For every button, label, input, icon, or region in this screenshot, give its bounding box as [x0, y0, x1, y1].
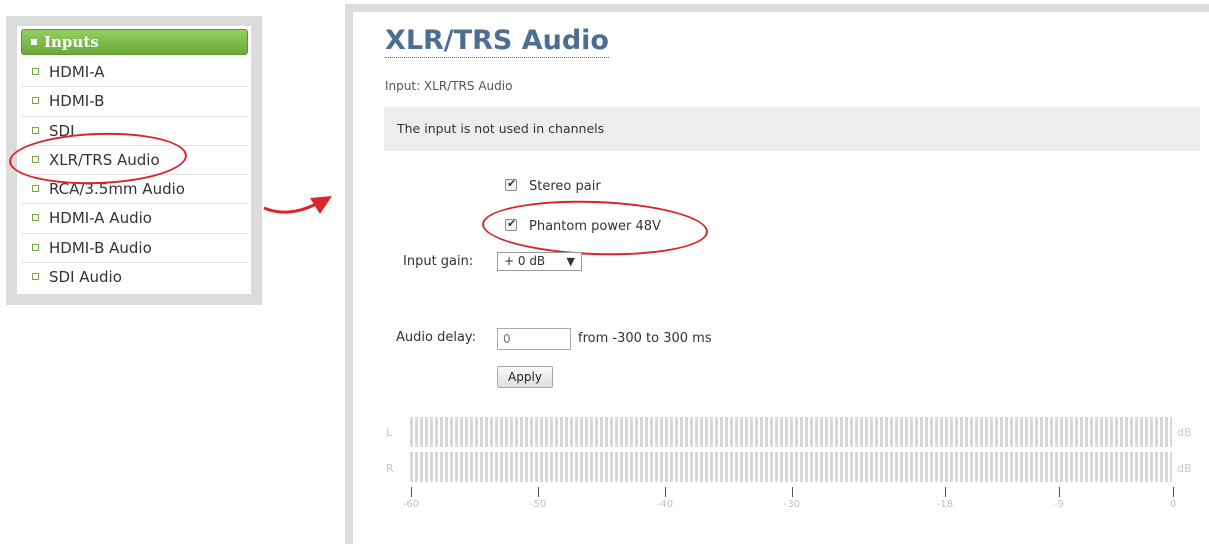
- curved-arrow-icon: [263, 196, 332, 214]
- meter-scale-label: -30: [783, 499, 801, 510]
- sidebar-header-inputs[interactable]: Inputs: [21, 29, 248, 55]
- stereo-pair-checkbox[interactable]: [505, 177, 517, 191]
- sidebar-header-label: Inputs: [44, 33, 99, 51]
- sidebar-list: HDMI-A HDMI-B SDI XLR/TRS Audio RCA/3.5m…: [21, 58, 248, 292]
- square-bullet-icon: [32, 68, 39, 75]
- audio-delay-input[interactable]: 0: [497, 328, 571, 350]
- meter-tick: [1173, 487, 1174, 497]
- meter-tick: [945, 487, 946, 497]
- notice-banner: The input is not used in channels: [384, 107, 1200, 151]
- sidebar-item-rca-audio[interactable]: RCA/3.5mm Audio: [21, 175, 248, 205]
- sidebar-item-label: HDMI-B Audio: [49, 238, 152, 257]
- meter-right-bar: [410, 452, 1172, 482]
- sidebar-item-hdmi-a[interactable]: HDMI-A: [21, 58, 248, 88]
- input-gain-label: Input gain:: [403, 254, 474, 269]
- meter-scale-label: -60: [402, 499, 420, 510]
- sidebar-item-label: XLR/TRS Audio: [49, 150, 160, 169]
- bullet-icon: [31, 39, 37, 45]
- stereo-pair-row: Stereo pair: [505, 177, 601, 194]
- page-title: XLR/TRS Audio: [385, 25, 609, 58]
- input-subtitle: Input: XLR/TRS Audio: [385, 79, 513, 93]
- meter-scale-label: -50: [529, 499, 547, 510]
- sidebar-item-sdi[interactable]: SDI: [21, 117, 248, 146]
- audio-delay-label: Audio delay:: [396, 330, 477, 345]
- phantom-power-label: Phantom power 48V: [529, 219, 661, 234]
- square-bullet-icon: [32, 155, 39, 163]
- phantom-power-row: Phantom power 48V: [505, 217, 661, 234]
- sidebar-item-label: SDI Audio: [49, 268, 122, 287]
- audio-delay-range: from -300 to 300 ms: [578, 331, 712, 346]
- sidebar-item-label: HDMI-B: [49, 92, 105, 111]
- meter-scale-label: -18: [936, 499, 954, 510]
- sidebar-item-hdmi-b-audio[interactable]: HDMI-B Audio: [21, 234, 248, 264]
- sidebar-item-label: HDMI-A Audio: [49, 209, 152, 228]
- meter-tick: [538, 487, 539, 497]
- input-gain-value: + 0 dB: [504, 254, 546, 268]
- meter-left-unit: dB: [1177, 426, 1192, 439]
- meter-left-bar: [410, 417, 1172, 447]
- inputs-sidebar: Inputs HDMI-A HDMI-B SDI XLR/TRS Audio R…: [6, 16, 262, 305]
- sidebar-item-xlr-trs-audio[interactable]: XLR/TRS Audio: [21, 146, 248, 176]
- meter-right-label: R: [386, 462, 394, 475]
- sidebar-item-hdmi-a-audio[interactable]: HDMI-A Audio: [21, 204, 248, 234]
- sidebar-item-label: HDMI-A: [49, 63, 105, 81]
- square-bullet-icon: [32, 243, 39, 251]
- meter-scale-label: -40: [656, 499, 674, 510]
- sidebar-item-hdmi-b[interactable]: HDMI-B: [21, 87, 248, 117]
- dropdown-arrow-icon: ▼: [566, 255, 575, 268]
- sidebar-item-sdi-audio[interactable]: SDI Audio: [21, 263, 248, 292]
- meter-right-unit: dB: [1177, 462, 1192, 475]
- meter-tick: [1059, 487, 1060, 497]
- meter-tick: [665, 487, 666, 497]
- square-bullet-icon: [32, 214, 39, 222]
- square-bullet-icon: [32, 126, 39, 134]
- phantom-power-checkbox[interactable]: [505, 217, 517, 231]
- sidebar-item-label: RCA/3.5mm Audio: [49, 180, 185, 199]
- sidebar-item-label: SDI: [49, 121, 75, 140]
- meter-tick: [792, 487, 793, 497]
- meter-scale-label: -9: [1054, 499, 1064, 510]
- stereo-pair-label: Stereo pair: [529, 179, 601, 194]
- square-bullet-icon: [32, 185, 39, 193]
- meter-tick: [411, 487, 412, 497]
- apply-button[interactable]: Apply: [497, 366, 553, 388]
- meter-scale-label: 0: [1169, 499, 1177, 510]
- meter-left-label: L: [386, 426, 393, 439]
- square-bullet-icon: [32, 97, 39, 105]
- square-bullet-icon: [32, 273, 39, 281]
- input-gain-select[interactable]: + 0 dB ▼: [497, 252, 582, 271]
- inputs-sidebar-panel: Inputs HDMI-A HDMI-B SDI XLR/TRS Audio R…: [17, 26, 251, 294]
